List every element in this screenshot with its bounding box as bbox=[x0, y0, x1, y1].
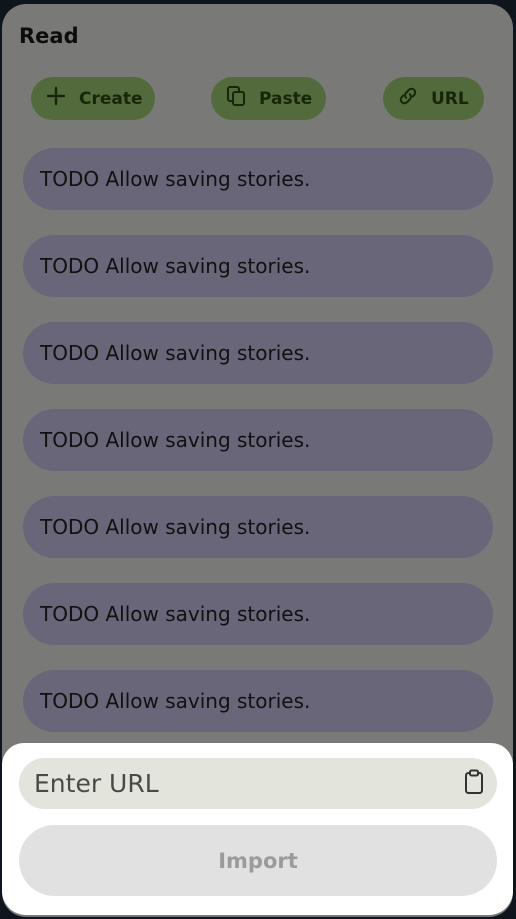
import-bottom-sheet: Import bbox=[2, 743, 513, 915]
url-input[interactable] bbox=[32, 768, 463, 799]
import-button-label: Import bbox=[218, 848, 298, 873]
import-button[interactable]: Import bbox=[19, 825, 497, 896]
url-field[interactable] bbox=[19, 758, 497, 809]
clipboard-icon[interactable] bbox=[463, 769, 485, 799]
